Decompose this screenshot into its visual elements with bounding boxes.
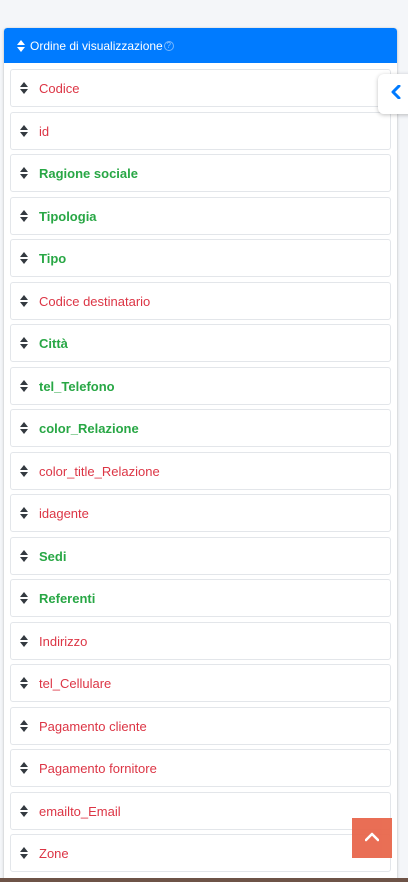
chevron-up-icon — [364, 829, 380, 847]
sortable-field-item[interactable]: Codice — [10, 69, 391, 107]
sort-icon[interactable] — [20, 465, 28, 477]
field-label: Tipologia — [39, 208, 97, 224]
field-label: Ragione sociale — [39, 165, 138, 181]
field-label: Indirizzo — [39, 633, 88, 649]
display-order-panel: Ordine di visualizzazione ? Codice id Ragi… — [4, 28, 397, 882]
footer-bar — [0, 878, 408, 882]
sort-icon[interactable] — [20, 210, 28, 222]
sortable-field-item[interactable]: Sedi — [10, 537, 391, 575]
sort-icon[interactable] — [20, 847, 28, 859]
sort-icon[interactable] — [20, 550, 28, 562]
sortable-field-item[interactable]: color_Relazione — [10, 409, 391, 447]
sortable-field-item[interactable]: tel_Cellulare — [10, 664, 391, 702]
sortable-field-item[interactable]: Tipo — [10, 239, 391, 277]
sort-icon[interactable] — [20, 677, 28, 689]
sortable-field-item[interactable]: emailto_Email — [10, 792, 391, 830]
sort-icon[interactable] — [20, 125, 28, 137]
sort-icon[interactable] — [20, 720, 28, 732]
sortable-field-item[interactable]: Pagamento cliente — [10, 707, 391, 745]
field-label: emailto_Email — [39, 803, 121, 819]
back-to-top-button[interactable] — [352, 818, 392, 858]
sort-icon[interactable] — [20, 805, 28, 817]
sort-icon[interactable] — [20, 592, 28, 604]
field-label: idagente — [39, 505, 89, 521]
sortable-field-item[interactable]: Indirizzo — [10, 622, 391, 660]
question-circle-icon[interactable]: ? — [163, 40, 174, 51]
sortable-field-item[interactable]: Pagamento fornitore — [10, 749, 391, 787]
field-label: color_title_Relazione — [39, 463, 160, 479]
sortable-field-item[interactable]: Ragione sociale — [10, 154, 391, 192]
sortable-field-item[interactable]: id — [10, 112, 391, 150]
field-label: id — [39, 123, 50, 139]
field-label: Referenti — [39, 590, 96, 606]
sort-icon[interactable] — [20, 252, 28, 264]
sortable-field-item[interactable]: Città — [10, 324, 391, 362]
field-label: Sedi — [39, 548, 67, 564]
page: Ordine di visualizzazione ? Codice id Ragi… — [0, 0, 408, 882]
panel-title: Ordine di visualizzazione — [30, 38, 163, 53]
chevron-left-icon — [391, 84, 401, 104]
field-label: Codice — [39, 80, 80, 96]
sort-icon — [17, 39, 25, 52]
sort-icon[interactable] — [20, 82, 28, 94]
sort-icon[interactable] — [20, 337, 28, 349]
field-label: Pagamento fornitore — [39, 760, 157, 776]
sortable-field-item[interactable]: tel_Telefono — [10, 367, 391, 405]
sortable-field-item[interactable]: color_title_Relazione — [10, 452, 391, 490]
field-label: Zone — [39, 845, 69, 861]
field-label: Pagamento cliente — [39, 718, 147, 734]
sidebar-toggle-button[interactable] — [378, 74, 408, 114]
sortable-field-item[interactable]: Referenti — [10, 579, 391, 617]
sort-icon[interactable] — [20, 167, 28, 179]
sort-icon[interactable] — [20, 762, 28, 774]
sort-icon[interactable] — [20, 380, 28, 392]
field-label: Città — [39, 335, 68, 351]
sortable-field-item[interactable]: Tipologia — [10, 197, 391, 235]
sortable-field-item[interactable]: Zone — [10, 834, 391, 872]
field-label: Codice destinatario — [39, 293, 151, 309]
panel-header: Ordine di visualizzazione ? — [4, 28, 397, 63]
sortable-field-item[interactable]: Codice destinatario — [10, 282, 391, 320]
field-label: tel_Cellulare — [39, 675, 112, 691]
sort-icon[interactable] — [20, 295, 28, 307]
sortable-field-item[interactable]: idagente — [10, 494, 391, 532]
field-label: color_Relazione — [39, 420, 139, 436]
field-label: tel_Telefono — [39, 378, 115, 394]
sort-icon[interactable] — [20, 422, 28, 434]
sort-icon[interactable] — [20, 635, 28, 647]
sort-icon[interactable] — [20, 507, 28, 519]
field-label: Tipo — [39, 250, 67, 266]
